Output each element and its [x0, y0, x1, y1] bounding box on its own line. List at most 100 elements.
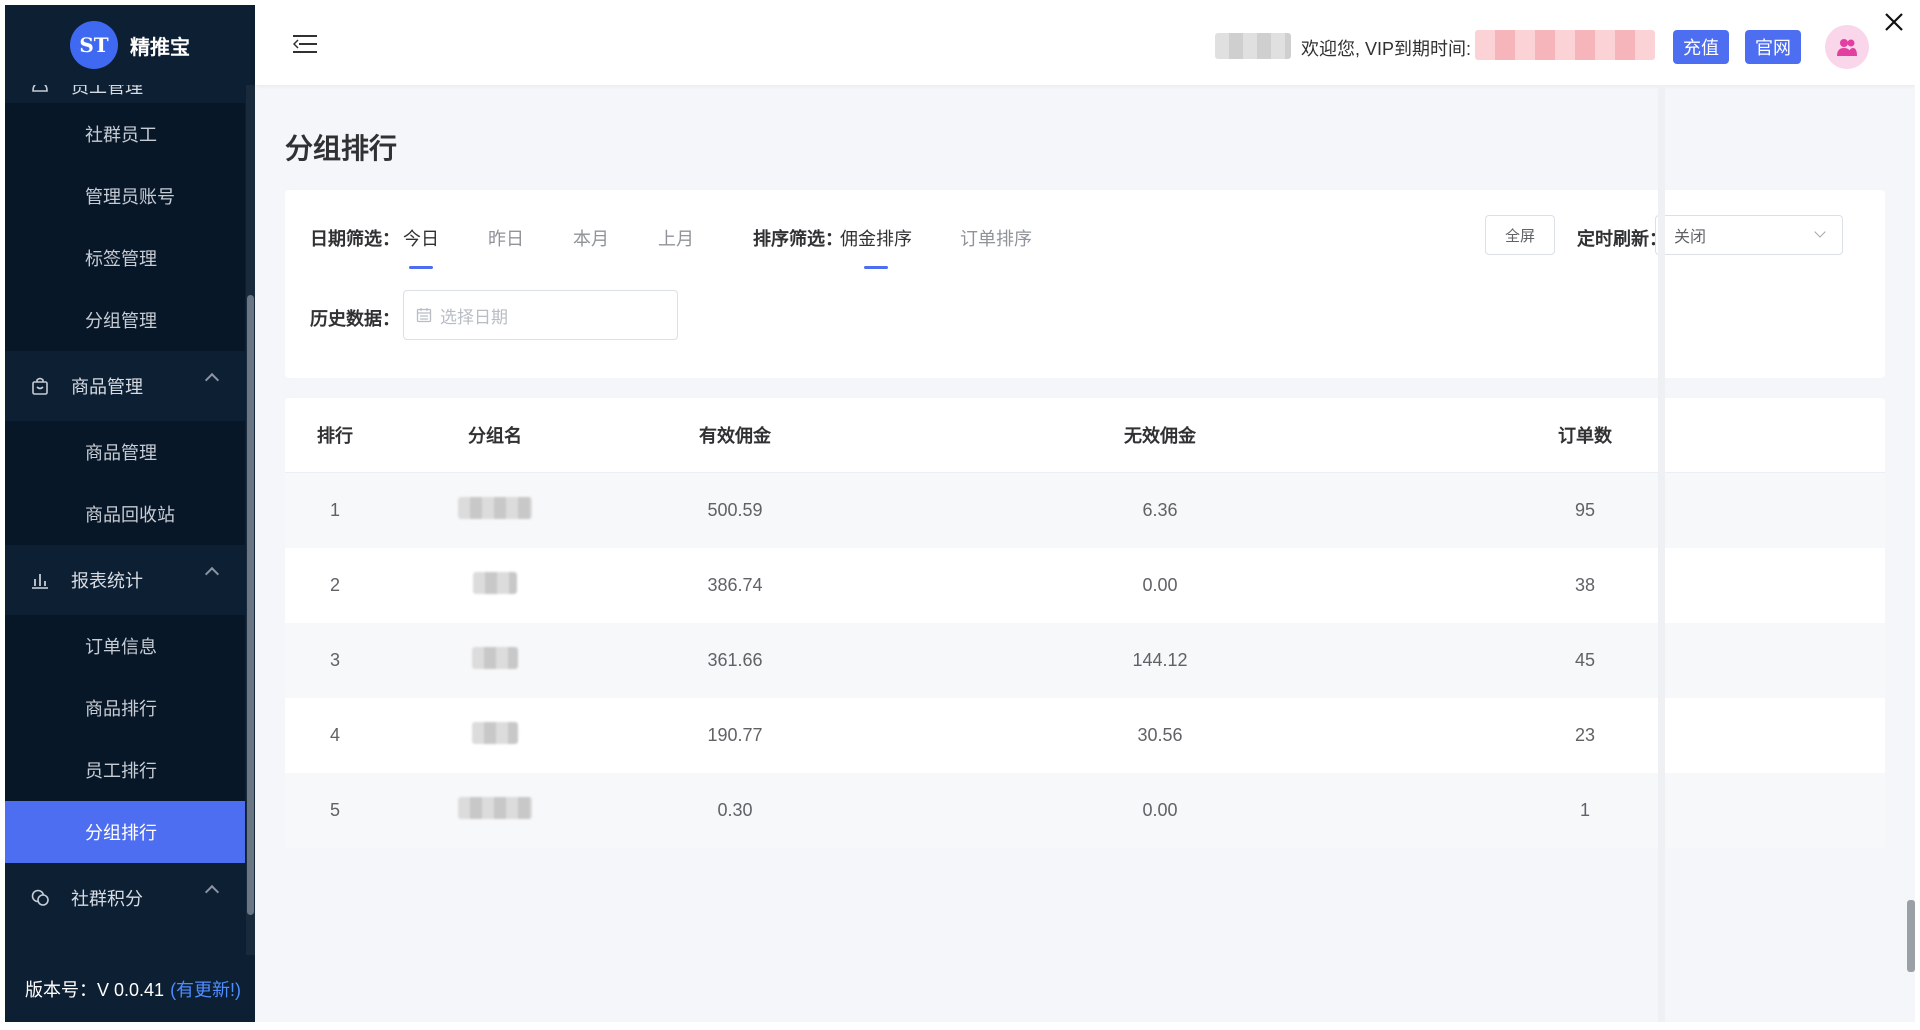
submenu-goods: 商品管理 商品回收站	[5, 421, 245, 545]
fullscreen-button[interactable]: 全屏	[1485, 215, 1555, 255]
update-link[interactable]: (有更新!)	[170, 976, 241, 1002]
logo[interactable]: ST 精推宝	[5, 5, 255, 85]
vip-expiry-redacted	[1475, 30, 1655, 60]
avatar[interactable]	[1825, 25, 1869, 69]
table-row[interactable]: 4 190.77 30.56 23	[285, 698, 1885, 773]
cell-rank: 2	[329, 575, 340, 595]
cell-order-count: 95	[1574, 500, 1596, 520]
cell-valid-commission: 361.66	[707, 650, 763, 670]
chevron-down-icon	[1814, 226, 1826, 238]
close-icon[interactable]	[1881, 9, 1907, 35]
date-option-yesterday[interactable]: 昨日	[488, 225, 524, 251]
sidebar-group-label: 社群积分	[71, 889, 143, 909]
auto-refresh-value: 关闭	[1674, 229, 1707, 246]
cell-order-count: 38	[1574, 575, 1596, 595]
cell-rank: 5	[329, 800, 340, 820]
cell-invalid-commission: 144.12	[1132, 650, 1188, 670]
cell-group-name-redacted	[405, 497, 585, 524]
column-header-group-name[interactable]: 分组名	[405, 422, 585, 448]
sidebar-group-goods[interactable]: 商品管理	[5, 351, 245, 421]
table-row[interactable]: 1 500.59 6.36 95	[285, 473, 1885, 548]
cell-group-name-redacted	[405, 647, 585, 674]
scrollbar-thumb[interactable]	[247, 295, 254, 915]
sidebar-group-staff[interactable]: 员工管理	[5, 85, 245, 103]
chevron-up-icon	[204, 566, 220, 582]
resize-handle[interactable]	[1907, 900, 1915, 972]
sidebar-item-goods-ranking[interactable]: 商品排行	[5, 677, 245, 739]
cell-valid-commission: 386.74	[707, 575, 763, 595]
cell-valid-commission: 500.59	[707, 500, 763, 520]
sidebar-group-label: 员工管理	[71, 85, 143, 97]
cell-rank: 1	[329, 500, 340, 520]
column-header-rank[interactable]: 排行	[285, 422, 385, 448]
sort-option-orders[interactable]: 订单排序	[960, 225, 1032, 251]
chat-icon	[29, 887, 51, 909]
cell-order-count: 1	[1579, 800, 1590, 820]
date-option-today[interactable]: 今日	[403, 225, 439, 251]
cell-invalid-commission: 0.00	[1142, 800, 1178, 820]
cell-group-name-redacted	[405, 797, 585, 824]
sidebar-group-points[interactable]: 社群积分	[5, 863, 245, 933]
ranking-table: 排行 分组名 有效佣金 无效佣金 订单数 1 500.59 6.36 95 2 …	[285, 398, 1885, 848]
welcome-text: 欢迎您, VIP到期时间:	[1301, 39, 1472, 59]
top-header: 欢迎您, VIP到期时间: 充值 官网	[255, 5, 1915, 85]
sidebar-item-recycle-bin[interactable]: 商品回收站	[5, 483, 245, 545]
sidebar-menu: 员工管理 社群员工 管理员账号 标签管理 分组管理 商品管理 商品管理 商品回收…	[5, 85, 245, 955]
filter-panel: 日期筛选： 今日 昨日 本月 上月 排序筛选： 佣金排序 订单排序 全屏 定时刷…	[285, 190, 1885, 378]
sidebar-item-staff[interactable]: 社群员工	[5, 103, 245, 165]
sidebar-item-staff-ranking[interactable]: 员工排行	[5, 739, 245, 801]
date-option-last-month[interactable]: 上月	[658, 225, 694, 251]
sidebar-item-admin-account[interactable]: 管理员账号	[5, 165, 245, 227]
table-header-row: 排行 分组名 有效佣金 无效佣金 订单数	[285, 398, 1885, 473]
menu-toggle-icon[interactable]	[293, 33, 317, 55]
date-placeholder: 选择日期	[440, 307, 508, 327]
sidebar-group-label: 报表统计	[71, 571, 143, 591]
sidebar-item-tag-management[interactable]: 标签管理	[5, 227, 245, 289]
username-redacted	[1215, 33, 1291, 59]
table-row[interactable]: 3 361.66 144.12 45	[285, 623, 1885, 698]
main-content: 分组排行 日期筛选： 今日 昨日 本月 上月 排序筛选： 佣金排序 订单排序 全…	[255, 85, 1915, 1022]
column-header-invalid-commission[interactable]: 无效佣金	[1010, 422, 1310, 448]
sort-filter-label: 排序筛选：	[753, 229, 843, 249]
cell-order-count: 45	[1574, 650, 1596, 670]
submenu-staff: 社群员工 管理员账号 标签管理 分组管理	[5, 103, 245, 351]
history-data-label: 历史数据：	[310, 309, 400, 329]
cell-group-name-redacted	[405, 572, 585, 599]
version-label: 版本号：V 0.0.41	[25, 980, 165, 1000]
cell-order-count: 23	[1574, 725, 1596, 745]
chevron-up-icon	[204, 372, 220, 388]
sidebar-item-order-info[interactable]: 订单信息	[5, 615, 245, 677]
page-scrollbar-track[interactable]	[1658, 85, 1665, 1022]
cell-invalid-commission: 6.36	[1142, 500, 1178, 520]
sidebar-item-group-management[interactable]: 分组管理	[5, 289, 245, 351]
auto-refresh-label: 定时刷新：	[1577, 229, 1667, 249]
table-row[interactable]: 5 0.30 0.00 1	[285, 773, 1885, 848]
column-header-valid-commission[interactable]: 有效佣金	[585, 422, 885, 448]
cell-group-name-redacted	[405, 722, 585, 749]
date-filter-label: 日期筛选：	[310, 229, 400, 249]
page-title: 分组排行	[285, 133, 398, 164]
chevron-up-icon	[204, 884, 220, 900]
sidebar-group-reports[interactable]: 报表统计	[5, 545, 245, 615]
cell-invalid-commission: 0.00	[1142, 575, 1178, 595]
recharge-button[interactable]: 充值	[1673, 30, 1729, 64]
sidebar-item-group-ranking[interactable]: 分组排行	[5, 801, 245, 863]
cell-valid-commission: 190.77	[707, 725, 763, 745]
logo-text: 精推宝	[130, 36, 190, 59]
sidebar-scrollbar[interactable]	[246, 85, 255, 955]
auto-refresh-select[interactable]: 关闭	[1655, 215, 1843, 255]
bar-chart-icon	[29, 569, 51, 591]
user-icon	[29, 85, 51, 95]
date-picker-input[interactable]: 选择日期	[403, 290, 678, 340]
date-option-this-month[interactable]: 本月	[573, 225, 609, 251]
app-window: ST 精推宝 员工管理 社群员工 管理员账号 标签管理 分组管理 商品管理 商品…	[5, 5, 1915, 1022]
sidebar-item-goods[interactable]: 商品管理	[5, 421, 245, 483]
sort-option-commission[interactable]: 佣金排序	[840, 225, 912, 251]
official-site-button[interactable]: 官网	[1745, 30, 1801, 64]
bag-icon	[29, 375, 51, 397]
logo-icon: ST	[70, 21, 118, 69]
column-header-order-count[interactable]: 订单数	[1435, 422, 1735, 448]
cell-valid-commission: 0.30	[717, 800, 753, 820]
table-row[interactable]: 2 386.74 0.00 38	[285, 548, 1885, 623]
cell-rank: 3	[329, 650, 340, 670]
